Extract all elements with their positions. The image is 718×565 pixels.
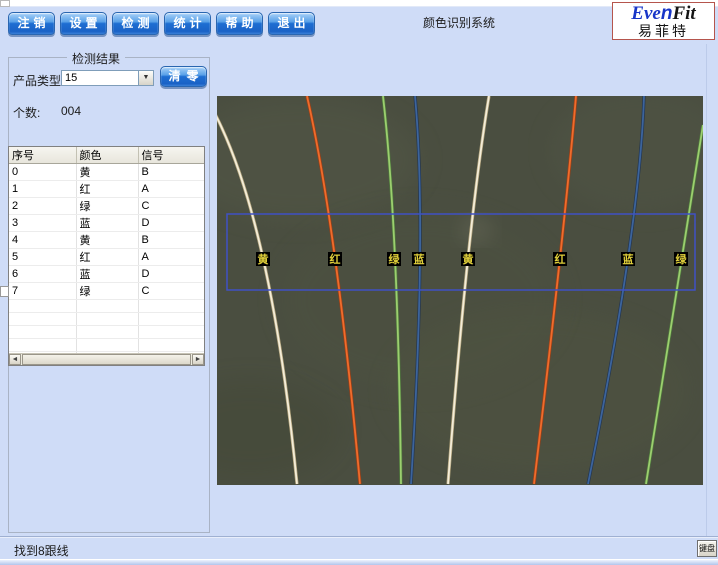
table-cell bbox=[76, 339, 138, 352]
statusbar-divider bbox=[0, 536, 718, 538]
wire-label-text: 红 bbox=[330, 252, 341, 266]
wire-label-text: 蓝 bbox=[623, 252, 634, 266]
table-row[interactable]: 0黄B bbox=[9, 164, 205, 181]
wire-label-text: 黄 bbox=[258, 252, 269, 266]
table-cell: 1 bbox=[9, 181, 76, 198]
table-cell: 黄 bbox=[76, 164, 138, 181]
table-cell: D bbox=[138, 215, 205, 232]
table-cell bbox=[9, 326, 76, 339]
table-cell: 0 bbox=[9, 164, 76, 181]
table-row-empty[interactable] bbox=[9, 326, 205, 339]
brand-logo-cn: 易菲特 bbox=[613, 24, 714, 38]
brand-logo-en: EvenFit bbox=[613, 4, 714, 23]
light-smudge bbox=[463, 221, 489, 239]
toolbar-button-detect[interactable]: 检测 bbox=[112, 12, 159, 35]
column-header[interactable]: 颜色 bbox=[76, 147, 138, 164]
table-cell bbox=[76, 300, 138, 313]
wire-label-text: 蓝 bbox=[414, 252, 425, 266]
stray-box bbox=[0, 286, 9, 297]
count-value: 004 bbox=[61, 104, 81, 118]
table-cell: B bbox=[138, 164, 205, 181]
table-hscrollbar[interactable]: ◄ ► bbox=[9, 353, 204, 365]
table-cell: 蓝 bbox=[76, 215, 138, 232]
table-cell: 3 bbox=[9, 215, 76, 232]
table-row-empty[interactable] bbox=[9, 339, 205, 352]
table-cell: 5 bbox=[9, 249, 76, 266]
column-header[interactable]: 信号 bbox=[138, 147, 205, 164]
keyboard-button[interactable]: 键盘 bbox=[697, 540, 717, 557]
table-cell bbox=[9, 313, 76, 326]
table-cell bbox=[138, 300, 205, 313]
table-cell: 黄 bbox=[76, 232, 138, 249]
scroll-left-icon[interactable]: ◄ bbox=[9, 354, 21, 365]
window-corner-box bbox=[0, 0, 10, 7]
table-cell: B bbox=[138, 232, 205, 249]
table-cell bbox=[138, 326, 205, 339]
scroll-right-icon[interactable]: ► bbox=[192, 354, 204, 365]
scrollbar-thumb[interactable] bbox=[22, 354, 191, 365]
table-cell bbox=[76, 326, 138, 339]
wire-label-text: 黄 bbox=[463, 252, 474, 266]
panel-title: 检测结果 bbox=[67, 50, 125, 67]
table-row-empty[interactable] bbox=[9, 313, 205, 326]
table-cell: 红 bbox=[76, 181, 138, 198]
result-table: 序号颜色信号 0黄B1红A2绿C3蓝D4黄B5红A6蓝D7绿C ◄ ► bbox=[8, 146, 205, 366]
table-cell: 6 bbox=[9, 266, 76, 283]
toolbar-button-settings[interactable]: 设置 bbox=[60, 12, 107, 35]
table-cell bbox=[138, 313, 205, 326]
logo-swoosh-icon: n bbox=[661, 3, 673, 24]
table-row[interactable]: 2绿C bbox=[9, 198, 205, 215]
toolbar-button-logout[interactable]: 注销 bbox=[8, 12, 55, 35]
app-window: 注销设置检测统计帮助退出 颜色识别系统 EvenFit 易菲特 检测结果 产品类… bbox=[0, 0, 718, 565]
table-cell bbox=[76, 313, 138, 326]
table-row[interactable]: 1红A bbox=[9, 181, 205, 198]
table-cell: 绿 bbox=[76, 283, 138, 300]
table-cell: 2 bbox=[9, 198, 76, 215]
table-cell bbox=[9, 300, 76, 313]
window-top-strip bbox=[0, 0, 718, 7]
table-cell bbox=[138, 339, 205, 352]
clear-button[interactable]: 清零 bbox=[160, 66, 207, 87]
camera-view: 黄红绿蓝黄红蓝绿 bbox=[217, 96, 703, 485]
toolbar-button-exit[interactable]: 退出 bbox=[268, 12, 315, 35]
table-cell: 绿 bbox=[76, 198, 138, 215]
table-row[interactable]: 5红A bbox=[9, 249, 205, 266]
camera-image: 黄红绿蓝黄红蓝绿 bbox=[217, 96, 703, 485]
wire-label-text: 红 bbox=[555, 252, 566, 266]
table-cell: D bbox=[138, 266, 205, 283]
count-label: 个数: bbox=[13, 104, 40, 121]
table-cell: 蓝 bbox=[76, 266, 138, 283]
chevron-down-icon[interactable]: ▼ bbox=[138, 71, 153, 85]
result-table-header: 序号颜色信号 bbox=[9, 147, 205, 164]
product-type-select[interactable]: 15 ▼ bbox=[61, 70, 154, 86]
wire-label-text: 绿 bbox=[676, 252, 688, 266]
toolbar-button-stats[interactable]: 统计 bbox=[164, 12, 211, 35]
product-type-label: 产品类型: bbox=[13, 72, 64, 89]
column-header[interactable]: 序号 bbox=[9, 147, 76, 164]
table-cell: C bbox=[138, 283, 205, 300]
wire-label-text: 绿 bbox=[389, 252, 401, 266]
table-cell: 红 bbox=[76, 249, 138, 266]
table-row-empty[interactable] bbox=[9, 300, 205, 313]
brand-logo: EvenFit 易菲特 bbox=[612, 2, 715, 40]
table-row[interactable]: 7绿C bbox=[9, 283, 205, 300]
window-bottom-edge bbox=[0, 559, 718, 565]
table-cell: C bbox=[138, 198, 205, 215]
toolbar-button-help[interactable]: 帮助 bbox=[216, 12, 263, 35]
table-cell: A bbox=[138, 249, 205, 266]
table-cell bbox=[9, 339, 76, 352]
window-right-edge bbox=[706, 44, 707, 536]
table-cell: A bbox=[138, 181, 205, 198]
table-cell: 7 bbox=[9, 283, 76, 300]
table-row[interactable]: 3蓝D bbox=[9, 215, 205, 232]
product-type-value: 15 bbox=[62, 72, 138, 84]
status-text: 找到8跟线 bbox=[14, 542, 69, 559]
app-title: 颜色识别系统 bbox=[423, 14, 495, 31]
table-row[interactable]: 6蓝D bbox=[9, 266, 205, 283]
table-cell: 4 bbox=[9, 232, 76, 249]
table-row[interactable]: 4黄B bbox=[9, 232, 205, 249]
